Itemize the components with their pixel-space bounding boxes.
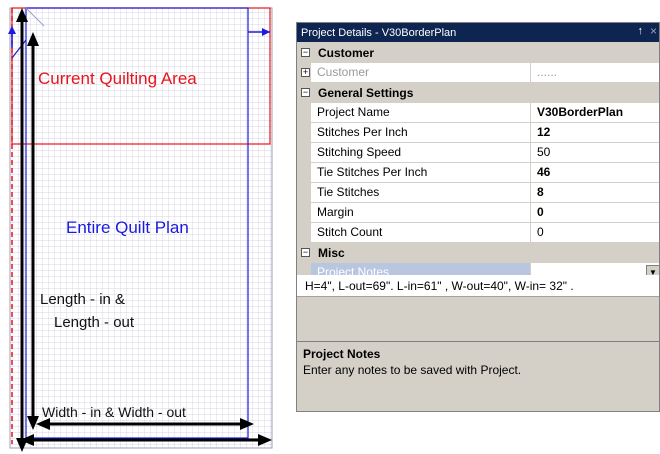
property-row-stitch-count[interactable]: Stitch Count 0	[297, 223, 659, 243]
project-notes-textbox[interactable]: H=4", L-out=69". L-in=61" , W-out=40", W…	[297, 275, 659, 297]
length-label-line2: Length - out	[54, 314, 135, 331]
property-value[interactable]: 12	[531, 123, 659, 143]
property-name: Tie Stitches Per Inch	[311, 163, 531, 183]
property-value[interactable]: 46	[531, 163, 659, 183]
property-name: Stitching Speed	[311, 143, 531, 163]
collapse-icon[interactable]: −	[301, 88, 310, 97]
property-row-project-name[interactable]: Project Name V30BorderPlan	[297, 103, 659, 123]
property-name: Project Name	[311, 103, 531, 123]
current-quilting-area-label: Current Quilting Area	[38, 69, 197, 88]
project-details-panel: Project Details - V30BorderPlan ↑ × − Cu…	[296, 22, 660, 412]
row-gutter	[297, 163, 311, 183]
property-value[interactable]: ......	[531, 63, 659, 83]
property-value[interactable]: 0	[531, 223, 659, 243]
row-gutter	[297, 123, 311, 143]
category-customer[interactable]: − Customer	[297, 43, 659, 63]
collapse-icon[interactable]: −	[301, 48, 310, 57]
property-name: Stitches Per Inch	[311, 123, 531, 143]
panel-title: Project Details - V30BorderPlan	[301, 26, 457, 39]
property-value[interactable]: 8	[531, 183, 659, 203]
row-gutter	[297, 223, 311, 243]
property-row-tie-stitches[interactable]: Tie Stitches 8	[297, 183, 659, 203]
panel-titlebar[interactable]: Project Details - V30BorderPlan ↑ ×	[297, 23, 659, 42]
category-label: General Settings	[318, 86, 414, 100]
property-row-stitches-per-inch[interactable]: Stitches Per Inch 12	[297, 123, 659, 143]
pin-icon[interactable]: ↑	[638, 25, 644, 37]
row-gutter	[297, 183, 311, 203]
category-general-settings[interactable]: − General Settings	[297, 83, 659, 103]
help-description-area: Project Notes Enter any notes to be save…	[297, 341, 659, 411]
row-gutter	[297, 143, 311, 163]
entire-quilt-plan-label: Entire Quilt Plan	[66, 218, 189, 237]
property-row-stitching-speed[interactable]: Stitching Speed 50	[297, 143, 659, 163]
collapse-icon[interactable]: −	[301, 248, 310, 257]
property-name: Margin	[311, 203, 531, 223]
property-value[interactable]: 50	[531, 143, 659, 163]
property-name: Stitch Count	[311, 223, 531, 243]
help-description: Enter any notes to be saved with Project…	[303, 363, 522, 377]
help-title: Project Notes	[303, 347, 381, 361]
expand-icon[interactable]: +	[301, 68, 310, 77]
property-name: Tie Stitches	[311, 183, 531, 203]
category-label: Misc	[318, 246, 345, 260]
width-label: Width - in & Width - out	[42, 404, 186, 420]
row-gutter	[297, 103, 311, 123]
property-value[interactable]: 0	[531, 203, 659, 223]
close-icon[interactable]: ×	[650, 24, 657, 38]
property-value[interactable]: V30BorderPlan	[531, 103, 659, 123]
category-misc[interactable]: − Misc	[297, 243, 659, 263]
length-label-line1: Length - in &	[40, 291, 126, 308]
property-row-margin[interactable]: Margin 0	[297, 203, 659, 223]
property-name: Customer	[311, 63, 531, 83]
quilt-diagram: Current Quilting Area Entire Quilt Plan …	[0, 0, 280, 454]
category-label: Customer	[318, 46, 375, 60]
property-row-customer[interactable]: + Customer ......	[297, 63, 659, 83]
row-gutter	[297, 203, 311, 223]
property-row-tie-stitches-per-inch[interactable]: Tie Stitches Per Inch 46	[297, 163, 659, 183]
